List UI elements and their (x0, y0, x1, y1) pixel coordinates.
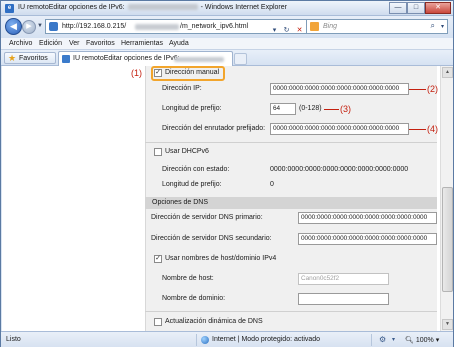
dynamic-dns-label: Actualización dinámica de DNS (165, 318, 263, 325)
blurred-url-segment (135, 24, 179, 30)
router-address-field[interactable]: 0000:0000:0000:0000:0000:0000:0000:0000 (270, 123, 409, 135)
dhcpv6-checkbox[interactable] (154, 148, 162, 156)
menu-bar: Archivo Edición Ver Favoritos Herramient… (1, 38, 453, 50)
ie-logo-icon: e (5, 4, 14, 13)
stateful-address-label: Dirección con estado: (162, 166, 230, 173)
callout-4: (4) (427, 124, 438, 134)
maximize-button[interactable]: □ (407, 2, 425, 14)
window-controls: — □ ✕ (389, 2, 451, 14)
prefix-length-field[interactable]: 64 (270, 103, 296, 115)
prefix-length-label: Longitud de prefijo: (162, 105, 222, 112)
callout-2: (2) (427, 84, 438, 94)
stateful-prefix-value: 0 (270, 181, 274, 188)
ip-address-field[interactable]: 0000:0000:0000:0000:0000:0000:0000:0000 (270, 83, 409, 95)
page-favicon-icon (49, 22, 58, 31)
new-tab-button[interactable] (234, 53, 247, 65)
manual-address-label: Dirección manual (165, 69, 220, 76)
zoom-value: 100% (415, 337, 434, 344)
scroll-thumb[interactable] (442, 187, 453, 292)
domain-name-label: Nombre de dominio: (162, 295, 226, 302)
use-ipv4-host-checkbox[interactable]: ✓ (154, 255, 162, 263)
bing-icon (310, 22, 319, 31)
callout-2-line (409, 89, 426, 90)
favorites-bar: ★ Favoritos IU remotoEditar opciones de … (1, 50, 453, 66)
callout-3: (3) (340, 104, 351, 114)
prefix-length-range: (0-128) (299, 105, 322, 112)
protected-mode-icon[interactable]: ⚙ (379, 335, 386, 344)
dns-primary-field[interactable]: 0000:0000:0000:0000:0000:0000:0000:0000 (298, 212, 437, 224)
tab-favicon-icon (62, 55, 70, 63)
zoom-level[interactable]: 🔍︎ 100% ▾ (405, 336, 439, 344)
menu-herramientas[interactable]: Herramientas (121, 40, 163, 47)
dynamic-dns-checkbox[interactable] (154, 318, 162, 326)
star-icon: ★ (8, 53, 17, 63)
search-icon[interactable]: ⌕ (431, 21, 435, 31)
blurred-tab-text (174, 57, 224, 62)
search-dropdown-icon[interactable]: ▾ (441, 23, 444, 30)
menu-edicion[interactable]: Edición (39, 40, 62, 47)
dns-secondary-label: Dirección de servidor DNS secundario: (151, 235, 272, 242)
dns-primary-label: Dirección de servidor DNS primario: (151, 214, 263, 221)
menu-archivo[interactable]: Archivo (9, 40, 32, 47)
back-arrow-icon[interactable]: ◀ (5, 18, 22, 35)
security-zone-label: Internet | Modo protegido: activado (212, 336, 321, 343)
status-text: Listo (6, 336, 21, 343)
dhcpv6-label: Usar DHCPv6 (165, 148, 209, 155)
manual-address-checkbox[interactable]: ✓ (154, 69, 162, 77)
dns-section-title: Opciones de DNS (152, 199, 209, 206)
ip-address-label: Dirección IP: (162, 85, 202, 92)
domain-name-field[interactable] (298, 293, 389, 305)
navigation-bar: ◀ ▶ ▼ http://192.168.0.215/ /m_network_i… (1, 16, 453, 38)
menu-ayuda[interactable]: Ayuda (169, 40, 189, 47)
history-dropdown-icon[interactable]: ▼ (37, 23, 43, 29)
search-box[interactable]: Bing ⌕ ▾ (306, 19, 448, 34)
favorites-button[interactable]: ★ Favoritos (4, 52, 56, 64)
tab-remote-ui[interactable]: IU remotoEditar opciones de IPv6: (58, 51, 233, 66)
host-name-field[interactable]: Canon0c52f2 (298, 273, 389, 285)
callout-3-line (324, 109, 339, 110)
dns-secondary-field[interactable]: 0000:0000:0000:0000:0000:0000:0000:0000 (298, 233, 437, 245)
close-button[interactable]: ✕ (425, 2, 451, 14)
stateful-address-value: 0000:0000:0000:0000:0000:0000:0000:0000 (270, 166, 409, 173)
scroll-down-icon[interactable]: ▼ (442, 319, 453, 330)
status-bar: Listo Internet | Modo protegido: activad… (1, 331, 453, 347)
settings-dropdown-icon[interactable]: ▾ (392, 336, 395, 343)
globe-icon (201, 336, 209, 344)
window-title: IU remotoEditar opciones de IPv6: - Windo… (18, 4, 287, 11)
favorites-label: Favoritos (19, 55, 48, 62)
url-prefix: http://192.168.0.215/ (62, 23, 127, 30)
blurred-host-text (127, 4, 198, 11)
url-suffix: /m_network_ipv6.html (180, 23, 249, 30)
left-margin (2, 66, 145, 331)
tab-label: IU remotoEditar opciones de IPv6: (73, 55, 180, 62)
callout-4-line (409, 129, 426, 130)
vertical-scrollbar[interactable]: ▲ ▼ (440, 66, 453, 331)
minimize-button[interactable]: — (389, 2, 407, 14)
menu-favoritos[interactable]: Favoritos (86, 40, 115, 47)
status-divider (371, 334, 372, 346)
callout-1: (1) (131, 68, 142, 78)
search-input[interactable]: Bing (323, 23, 337, 30)
dns-section-header: Opciones de DNS (145, 197, 437, 209)
address-bar[interactable]: http://192.168.0.215/ /m_network_ipv6.ht… (45, 19, 307, 34)
host-name-label: Nombre de host: (162, 275, 214, 282)
browser-window: e IU remotoEditar opciones de IPv6: - Win… (0, 0, 454, 347)
divider (145, 311, 437, 312)
stop-icon[interactable]: ✕ (293, 23, 306, 38)
security-zone[interactable]: Internet | Modo protegido: activado (196, 334, 366, 346)
divider (145, 142, 437, 143)
menu-ver[interactable]: Ver (69, 40, 80, 47)
stateful-prefix-label: Longitud de prefijo: (162, 181, 222, 188)
router-address-label: Dirección del enrutador prefijado: (162, 125, 266, 132)
page-content: (1) (2) (3) (4) ✓ Dirección manual Direc… (2, 66, 453, 331)
title-bar: e IU remotoEditar opciones de IPv6: - Win… (1, 1, 453, 16)
forward-arrow-icon[interactable]: ▶ (22, 20, 36, 34)
scroll-up-icon[interactable]: ▲ (442, 67, 453, 78)
use-ipv4-host-label: Usar nombres de host/dominio IPv4 (165, 255, 277, 262)
refresh-icon[interactable]: ↻ (280, 23, 293, 38)
